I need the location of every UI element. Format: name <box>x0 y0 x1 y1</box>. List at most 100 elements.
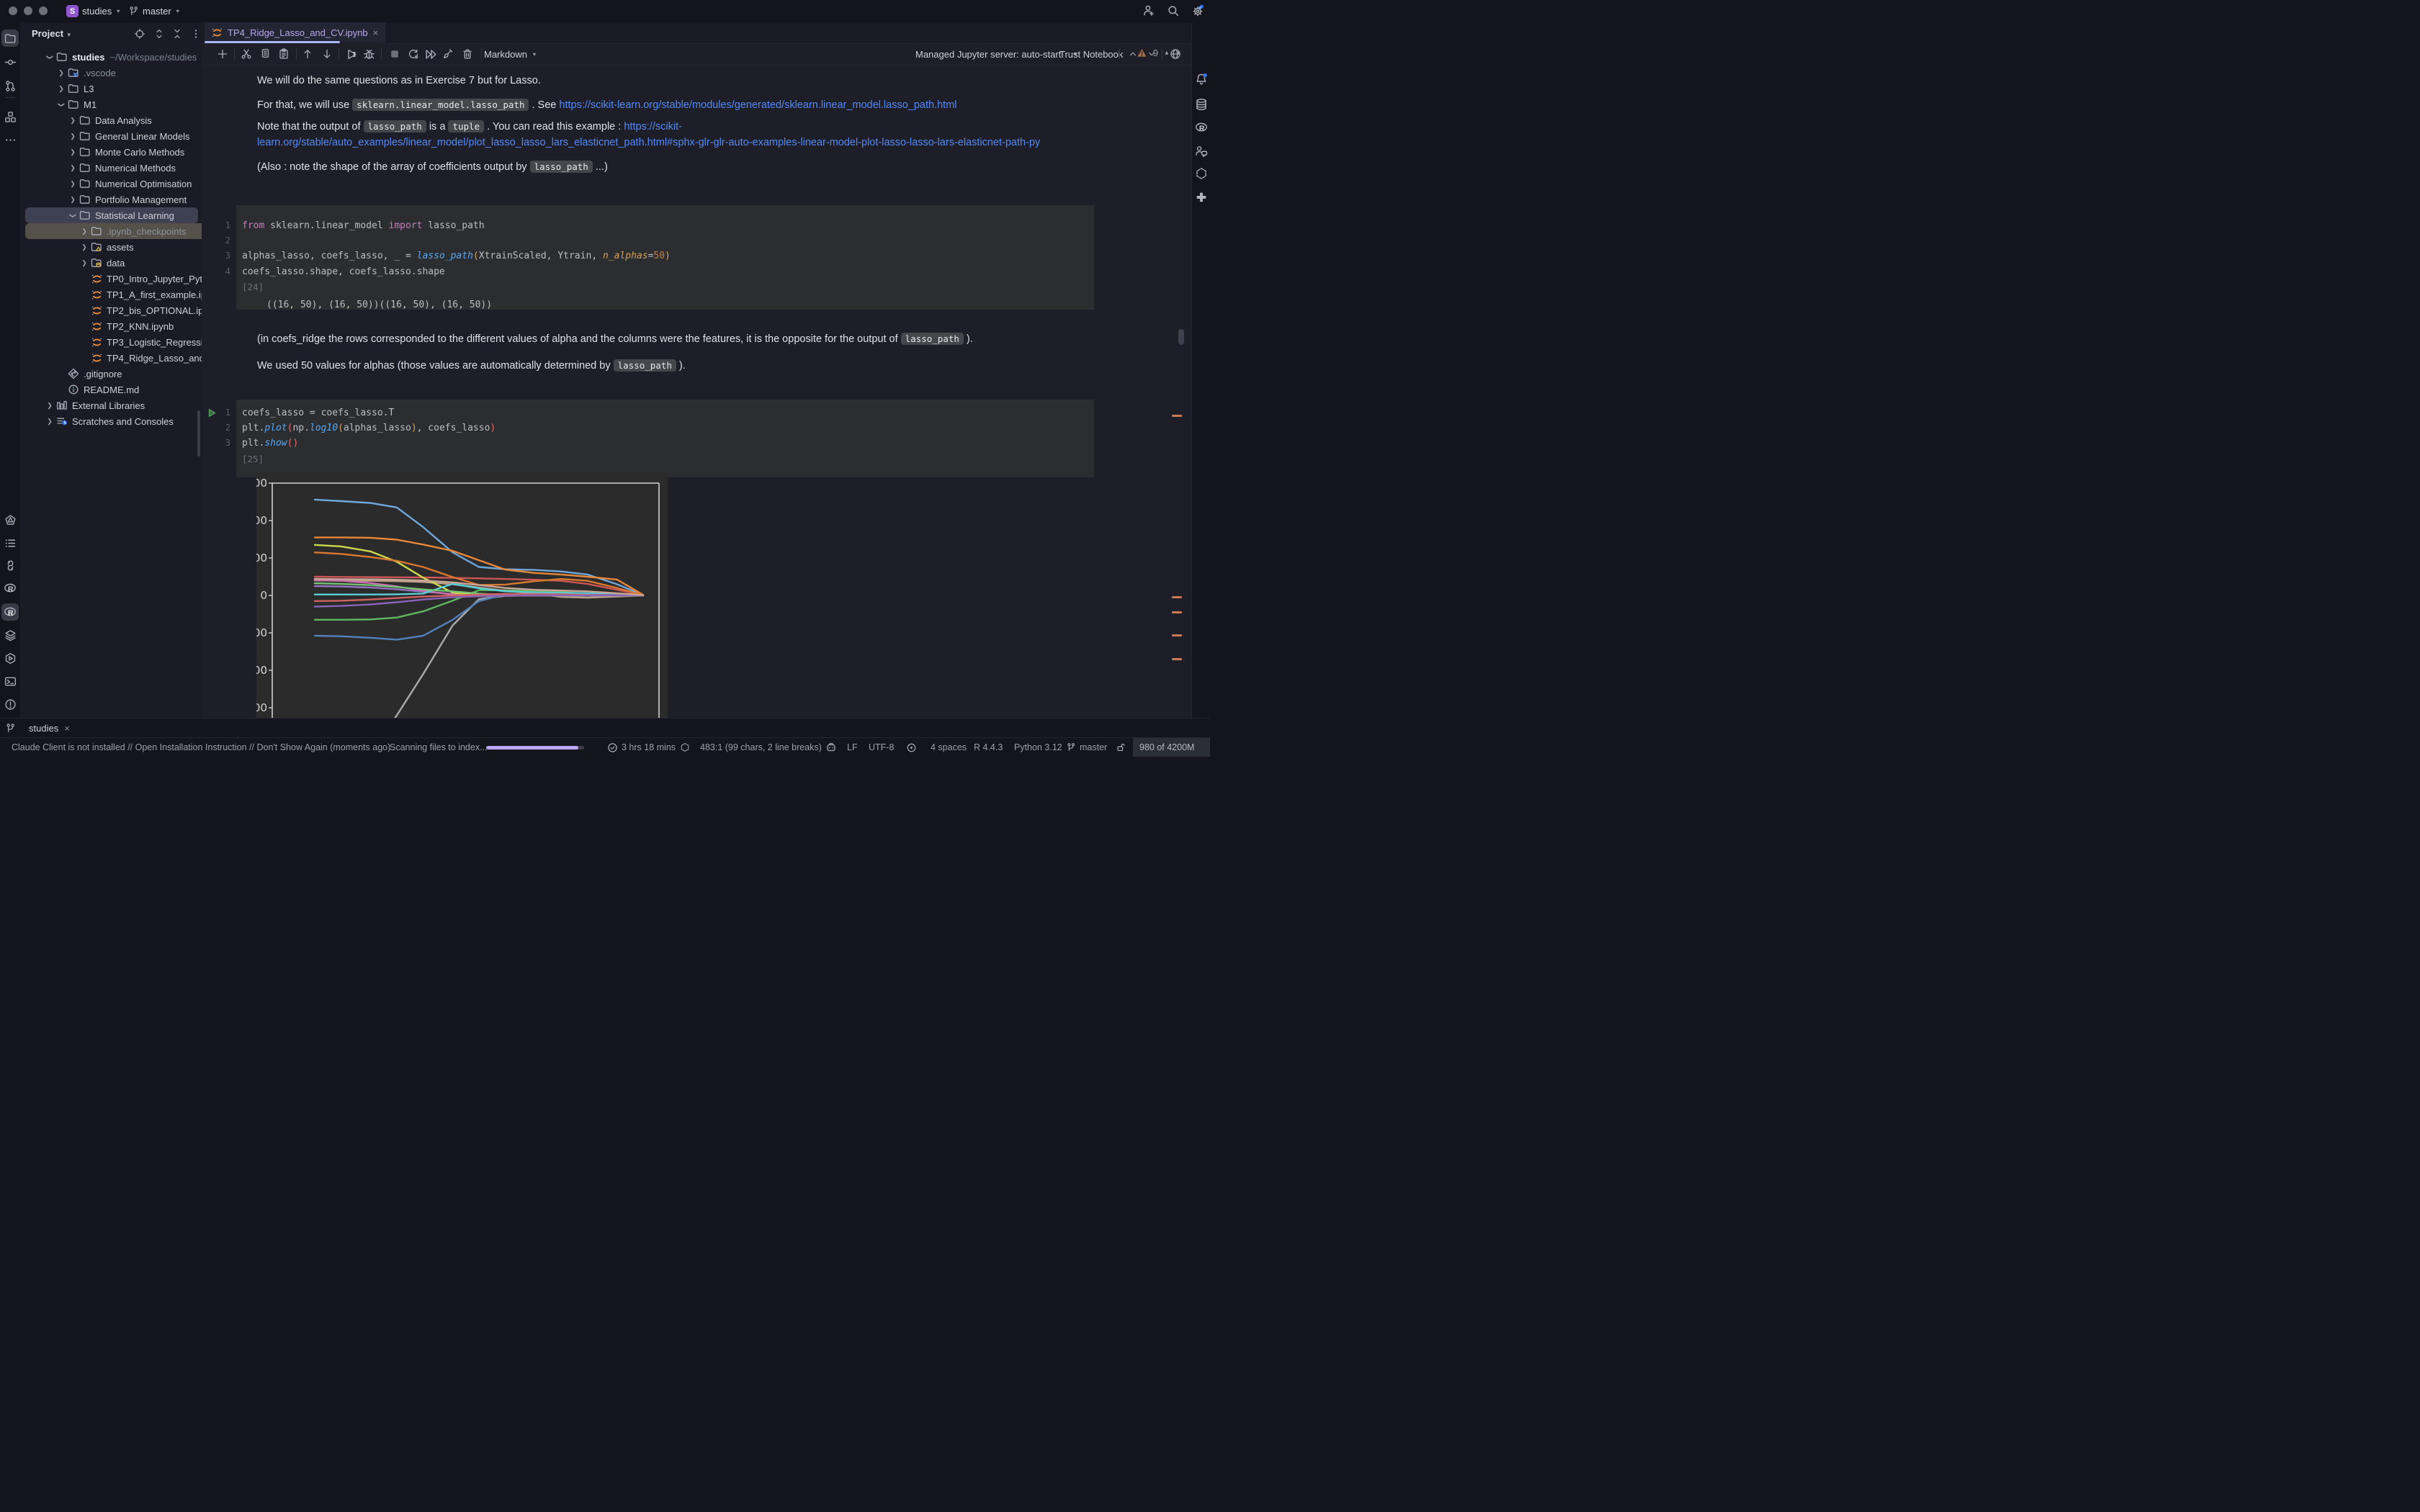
add-user-icon[interactable] <box>1142 4 1156 18</box>
tree-expand-icon[interactable]: ❯ <box>69 212 77 219</box>
hyperlink[interactable]: https://scikit-learn.org/stable/modules/… <box>559 99 956 111</box>
tree-item-portfolio-management[interactable]: ❯Portfolio Management <box>20 192 202 207</box>
scroll-stripe-mark[interactable] <box>1172 611 1182 613</box>
tree-item-tp0-intro-jupyter-python-ip[interactable]: TP0_Intro_Jupyter_Python.ip <box>20 271 202 287</box>
database-icon[interactable] <box>1193 96 1210 113</box>
tree-item-tp3-logistic-regression-ar[interactable]: TP3_Logistic_Regression_ar <box>20 334 202 350</box>
delete-cell-icon[interactable] <box>460 46 475 62</box>
panel-options-icon[interactable] <box>190 28 202 40</box>
tab-close-icon[interactable]: × <box>373 27 379 38</box>
tree-item-tp1-a-first-example-ipynb[interactable]: TP1_A_first_example.ipynb <box>20 287 202 302</box>
r-interpreter-widget[interactable]: R 4.4.3 <box>974 738 1003 757</box>
restart-kernel-icon[interactable] <box>405 46 421 62</box>
encoding-widget[interactable]: UTF-8 <box>869 738 894 757</box>
write-access-lock-icon[interactable] <box>1116 738 1126 757</box>
services-icon[interactable] <box>1 649 19 667</box>
tree-item-l3[interactable]: ❯L3 <box>20 81 202 96</box>
tree-expand-icon[interactable]: ❯ <box>69 196 76 204</box>
tree-item-assets[interactable]: ❯assets <box>20 239 202 255</box>
scroll-stripe-mark[interactable] <box>1172 658 1182 660</box>
session-time-widget[interactable]: 3 hrs 18 mins <box>607 738 676 757</box>
r-tools-icon[interactable]: R <box>1 603 19 621</box>
tree-item-data-analysis[interactable]: ❯Data Analysis <box>20 112 202 128</box>
prev-problem-icon[interactable]: ▼ <box>1164 50 1170 56</box>
pull-requests-icon[interactable] <box>1 77 19 94</box>
git-branch-icon[interactable] <box>5 723 16 734</box>
expand-all-icon[interactable] <box>153 28 165 40</box>
code-with-me-icon[interactable] <box>1193 143 1210 160</box>
trust-notebook-button[interactable]: Trust Notebook <box>1059 43 1123 65</box>
copy-icon[interactable] <box>257 46 273 62</box>
scroll-stripe-mark[interactable] <box>1172 415 1182 417</box>
line-separator-widget[interactable]: LF <box>847 738 858 757</box>
status-message[interactable]: Claude Client is not installed // Open I… <box>12 738 390 757</box>
plugin-hexagon-icon[interactable] <box>1193 165 1210 182</box>
r-language-icon[interactable]: R <box>1193 119 1210 136</box>
problems-icon[interactable] <box>1 696 19 713</box>
tree-expand-icon[interactable]: ❯ <box>69 132 76 140</box>
r-console-icon[interactable]: R <box>1 580 19 597</box>
tree-item-numerical-optimisation[interactable]: ❯Numerical Optimisation <box>20 176 202 192</box>
cell-type-dropdown[interactable]: Markdown▼ <box>484 43 537 65</box>
terminal-icon[interactable] <box>1 672 19 690</box>
cut-icon[interactable] <box>238 46 254 62</box>
run-all-icon[interactable] <box>423 46 439 62</box>
ai-assistant-icon[interactable] <box>825 738 837 757</box>
tree-item--ipynb-checkpoints[interactable]: ❯.ipynb_checkpoints <box>20 223 202 239</box>
tree-expand-icon[interactable]: ❯ <box>81 259 88 267</box>
stop-icon[interactable] <box>387 46 403 62</box>
tree-item-studies[interactable]: ❯studies~/Workspace/studies <box>20 49 202 65</box>
indent-widget[interactable]: 4 spaces <box>931 738 967 757</box>
settings-gear-icon[interactable] <box>1191 4 1205 18</box>
paste-icon[interactable] <box>276 46 292 62</box>
move-down-icon[interactable] <box>319 46 335 62</box>
notifications-bell-icon[interactable] <box>1193 71 1210 88</box>
tree-expand-icon[interactable]: ❯ <box>46 53 54 60</box>
tree-expand-icon[interactable]: ❯ <box>69 148 76 156</box>
tree-item-monte-carlo-methods[interactable]: ❯Monte Carlo Methods <box>20 144 202 160</box>
tree-expand-icon[interactable]: ❯ <box>58 85 65 93</box>
inspections-widget[interactable]: 9 ▼ ▼ <box>1137 45 1181 60</box>
tree-expand-icon[interactable]: ❯ <box>81 228 88 235</box>
tree-item--vscode[interactable]: ❯.vscode <box>20 65 202 81</box>
scroll-stripe-mark[interactable] <box>1172 596 1182 598</box>
tree-item--gitignore[interactable]: .gitignore <box>20 366 202 382</box>
code-cell-1[interactable]: 1from sklearn.linear_model import lasso_… <box>236 205 1094 310</box>
jupyter-server-dropdown[interactable]: Managed Jupyter server: auto-start▼ <box>915 43 1078 65</box>
run-cell-icon[interactable] <box>344 46 360 62</box>
editor-scrollbar[interactable] <box>1178 329 1184 345</box>
tree-item-statistical-learning[interactable]: ❯Statistical Learning <box>20 207 202 223</box>
tree-item-scratches-and-consoles[interactable]: ❯Scratches and Consoles <box>20 413 202 429</box>
tree-item-readme-md[interactable]: README.md <box>20 382 202 397</box>
debug-cell-icon[interactable] <box>361 46 377 62</box>
tree-item-tp2-knn-ipynb[interactable]: TP2_KNN.ipynb <box>20 318 202 334</box>
tree-item-tp4-ridge-lasso-and-cv-ip[interactable]: TP4_Ridge_Lasso_and_CV.ip <box>20 350 202 366</box>
tree-item-external-libraries[interactable]: ❯External Libraries <box>20 397 202 413</box>
vcs-widget[interactable]: master ▼ <box>128 0 181 22</box>
caret-position-widget[interactable]: 483:1 (99 chars, 2 line breaks) <box>700 738 822 757</box>
tab-notebook[interactable]: TP4_Ridge_Lasso_and_CV.ipynb × <box>205 22 385 42</box>
tree-item-m1[interactable]: ❯M1 <box>20 96 202 112</box>
tree-expand-icon[interactable]: ❯ <box>46 402 53 410</box>
project-panel-title[interactable]: Project ▼ <box>32 28 72 39</box>
tree-item-tp2-bis-optional-ipynb[interactable]: TP2_bis_OPTIONAL.ipynb <box>20 302 202 318</box>
window-minimize-button[interactable] <box>24 6 32 15</box>
add-cell-icon[interactable] <box>215 46 230 62</box>
move-up-icon[interactable] <box>300 46 315 62</box>
todo-list-icon[interactable] <box>1 534 19 552</box>
tool-window-tab-studies[interactable]: studies × <box>29 719 70 738</box>
tree-expand-icon[interactable]: ❯ <box>46 418 53 426</box>
tab-close-icon[interactable]: × <box>64 723 70 734</box>
highlighting-level-icon[interactable] <box>906 738 917 757</box>
tree-item-data[interactable]: ❯data <box>20 255 202 271</box>
git-branch-widget[interactable]: master <box>1066 738 1107 757</box>
tree-expand-icon[interactable]: ❯ <box>58 101 66 108</box>
locate-file-icon[interactable] <box>134 28 145 40</box>
scroll-stripe-mark[interactable] <box>1172 634 1182 636</box>
project-widget[interactable]: studies ▼ <box>82 0 121 22</box>
dependencies-icon[interactable] <box>1193 189 1210 206</box>
tree-item-general-linear-models[interactable]: ❯General Linear Models <box>20 128 202 144</box>
tree-expand-icon[interactable]: ❯ <box>69 117 76 125</box>
tree-expand-icon[interactable]: ❯ <box>81 243 88 251</box>
tree-scrollbar[interactable] <box>197 410 200 456</box>
